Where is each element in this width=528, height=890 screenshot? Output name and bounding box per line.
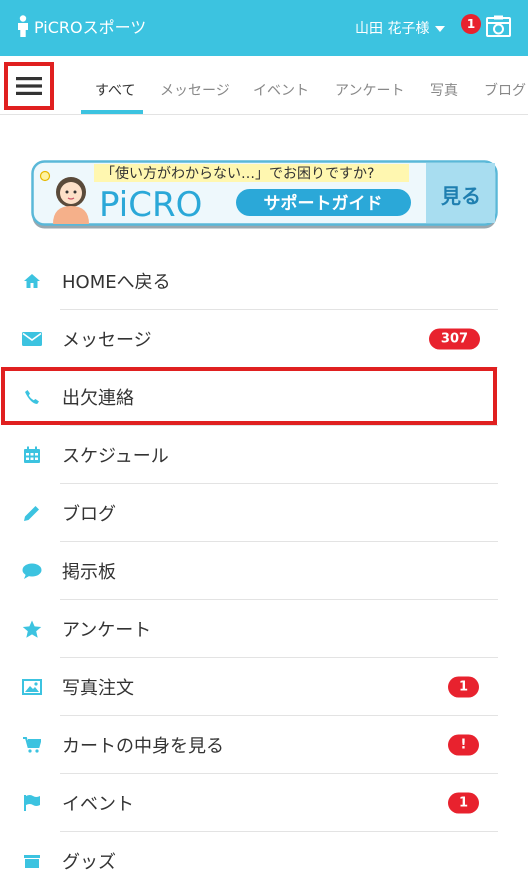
caret-down-icon (435, 26, 446, 32)
menu-item-label: ブログ (62, 504, 116, 525)
menu-item-surveys[interactable]: アンケート (0, 600, 500, 658)
hamburger-menu-button[interactable] (4, 62, 54, 110)
calendar-icon (22, 445, 42, 465)
banner-logo: PiCRO (99, 185, 202, 225)
menu-item-bulletin-board[interactable]: 掲示板 (0, 542, 500, 600)
tab-all[interactable]: すべて (95, 80, 135, 100)
tab-messages[interactable]: メッセージ (160, 80, 230, 100)
menu-item-label: イベント (62, 794, 134, 815)
menu-item-label: アンケート (62, 620, 152, 641)
envelope-icon (22, 329, 42, 349)
app-brand[interactable]: PiCROスポーツ (16, 14, 146, 38)
user-menu[interactable]: 山田 花子様 (355, 18, 446, 38)
home-icon (22, 271, 42, 291)
menu-item-cart[interactable]: カートの中身を見る ! (0, 716, 500, 774)
picture-icon (22, 677, 42, 697)
menu-item-messages[interactable]: メッセージ 307 (0, 310, 500, 368)
count-badge: 1 (448, 792, 479, 814)
star-icon (22, 619, 42, 639)
support-guide-banner[interactable]: 「使い方がわからない…」でお困りですか? PiCRO サポートガイド 見る (31, 160, 498, 230)
menu-item-events[interactable]: イベント 1 (0, 774, 500, 832)
menu-item-goods[interactable]: グッズ (0, 832, 500, 890)
tab-surveys[interactable]: アンケート (335, 80, 404, 100)
header-bar: PiCROスポーツ 山田 花子様 1 (0, 0, 528, 56)
user-name: 山田 花子様 (355, 21, 430, 37)
count-badge: 1 (448, 676, 479, 698)
flag-icon (22, 793, 42, 813)
alert-badge: ! (448, 734, 479, 756)
notification-badge[interactable]: 1 (461, 14, 481, 34)
banner-question: 「使い方がわからない…」でお困りですか? (101, 165, 374, 182)
menu-item-label: 掲示板 (62, 562, 116, 583)
banner-view-button[interactable]: 見る (441, 184, 481, 208)
menu-item-label: HOMEへ戻る (62, 272, 171, 293)
menu-item-label: グッズ (62, 852, 116, 873)
attendance-highlight-box (1, 367, 497, 425)
active-tab-indicator (81, 110, 143, 114)
menu-item-blog[interactable]: ブログ (0, 484, 500, 542)
speech-bubble-icon (22, 561, 42, 581)
menu-item-label: メッセージ (62, 330, 152, 351)
hamburger-icon (16, 77, 42, 95)
banner-guide-label: サポートガイド (264, 193, 383, 214)
cart-icon (22, 735, 42, 755)
menu-item-label: カートの中身を見る (62, 736, 224, 757)
menu-item-photo-order[interactable]: 写真注文 1 (0, 658, 500, 716)
tab-photos[interactable]: 写真 (430, 80, 458, 100)
unread-count-badge: 307 (429, 328, 480, 350)
goods-icon (22, 851, 42, 871)
app-title: PiCROスポーツ (34, 18, 147, 37)
menu-item-label: 写真注文 (62, 678, 134, 699)
tab-events[interactable]: イベント (253, 80, 309, 100)
pencil-icon (22, 503, 42, 523)
tab-blog[interactable]: ブログ (484, 80, 526, 100)
camera-icon[interactable] (486, 15, 511, 37)
person-icon (18, 15, 28, 37)
menu-item-schedule[interactable]: スケジュール (0, 426, 500, 484)
menu-item-label: スケジュール (62, 446, 169, 467)
menu-item-home[interactable]: HOMEへ戻る (0, 252, 500, 310)
